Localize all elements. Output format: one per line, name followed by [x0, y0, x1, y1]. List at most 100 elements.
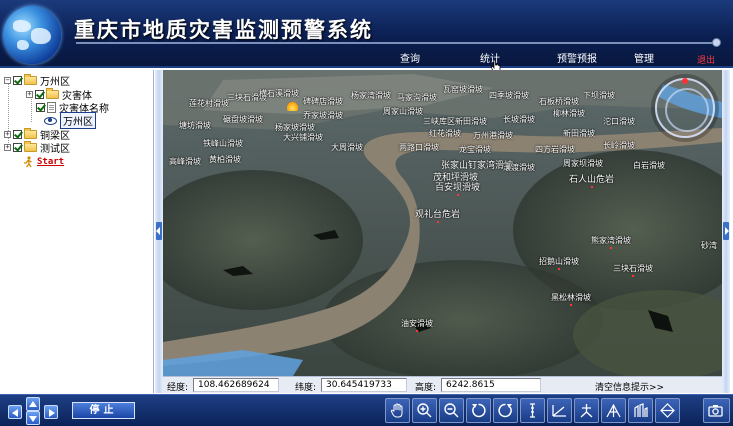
- north-indicator-icon: [682, 78, 688, 84]
- altitude-value: 6242.8615: [441, 378, 541, 392]
- poi-marker-icon[interactable]: [287, 102, 298, 111]
- layer-tree-panel: − 万州区 + 灾害体 灾害体名称 万州区 + 铜梁区 + 测试区 Start: [0, 70, 154, 393]
- profile-icon[interactable]: [628, 398, 653, 423]
- app-window: 重庆市地质灾害监测预警系统 查询 统计 预警预报 管理 退出 − 万州区 + 灾…: [0, 0, 733, 426]
- tree-node-wanzhou[interactable]: − 万州区: [4, 74, 70, 88]
- map-label[interactable]: 大周滑坡: [331, 142, 363, 153]
- globe-logo-icon: [3, 6, 61, 64]
- rotate-right-icon[interactable]: [493, 398, 518, 423]
- eye-icon: [44, 116, 57, 125]
- collapse-left-arrow-icon[interactable]: [156, 222, 162, 240]
- pan-right-icon[interactable]: [44, 405, 58, 419]
- pan-hand-icon[interactable]: [385, 398, 410, 423]
- map-label[interactable]: 瓦窑坡滑坡: [443, 84, 483, 95]
- navigation-compass[interactable]: [655, 78, 715, 138]
- checkbox-checked-icon[interactable]: [13, 130, 22, 139]
- latitude-label: 纬度:: [295, 383, 317, 393]
- map-label[interactable]: 三峡库区新田滑坡: [423, 116, 487, 127]
- collapse-right-arrow-icon[interactable]: [723, 222, 729, 240]
- map-label[interactable]: 油安滑坡: [401, 318, 433, 332]
- map-label[interactable]: 乔家坡滑坡: [303, 110, 343, 121]
- menu-item-exit[interactable]: 退出: [697, 53, 715, 66]
- expand-icon[interactable]: +: [4, 144, 11, 151]
- measure-height-icon[interactable]: [520, 398, 545, 423]
- map-label[interactable]: 红花滑坡: [429, 128, 461, 139]
- right-splitter[interactable]: [722, 70, 730, 393]
- zoom-out-icon[interactable]: [439, 398, 464, 423]
- map-label[interactable]: 高峰滑坡: [169, 156, 201, 167]
- checkbox-checked-icon[interactable]: [13, 143, 22, 152]
- tree-node-wanzhou-view[interactable]: 万州区: [44, 112, 96, 129]
- map-label[interactable]: 马家沟滑坡: [397, 92, 437, 103]
- latitude-value: 30.645419733: [321, 378, 407, 392]
- header-decor-dot: [712, 38, 721, 47]
- measure-area-icon[interactable]: [574, 398, 599, 423]
- zoom-in-icon[interactable]: [412, 398, 437, 423]
- map-label[interactable]: 招鹅山滑坡: [539, 256, 579, 270]
- map-label[interactable]: 周家坝滑坡: [563, 158, 603, 169]
- map-label[interactable]: 碑碑店滑坡: [303, 96, 343, 107]
- menu-item-query[interactable]: 查询: [400, 50, 420, 65]
- map-label[interactable]: 周家山滑坡: [383, 106, 423, 117]
- map-label[interactable]: 长坡滑坡: [503, 114, 535, 125]
- menu-item-warning[interactable]: 预警预报: [557, 50, 597, 65]
- left-splitter[interactable]: [155, 70, 163, 393]
- map-label[interactable]: 观礼台危岩: [415, 207, 460, 223]
- map-label[interactable]: 石板桥滑坡: [539, 96, 579, 107]
- map-label[interactable]: 熊家湾滑坡: [591, 235, 631, 249]
- map-label[interactable]: 三块石滑坡: [613, 263, 653, 277]
- checkbox-checked-icon[interactable]: [36, 103, 45, 112]
- map-label[interactable]: 白岩滑坡: [633, 160, 665, 171]
- globe-map-view[interactable]: 莲花村滑坡 三块石滑坡 横石溪滑坡 碑碑店滑坡 杨家湾滑坡 马家沟滑坡 瓦窑坡滑…: [163, 70, 722, 376]
- draw-polygon-icon[interactable]: [601, 398, 626, 423]
- map-label[interactable]: 新田滑坡: [563, 128, 595, 139]
- stop-button[interactable]: 停止: [72, 402, 135, 419]
- map-label[interactable]: 黄柏滑坡: [209, 154, 241, 165]
- folder-icon: [46, 88, 59, 99]
- map-label[interactable]: 瀼渡滑坡: [503, 162, 535, 173]
- camera-icon[interactable]: [703, 398, 730, 423]
- measure-distance-icon[interactable]: [547, 398, 572, 423]
- folder-icon: [24, 141, 37, 152]
- running-man-icon: [24, 155, 32, 167]
- map-label[interactable]: 铁峰山滑坡: [203, 138, 243, 149]
- checkbox-checked-icon[interactable]: [13, 76, 22, 85]
- tree-node-start[interactable]: Start: [22, 155, 64, 168]
- checkbox-checked-icon[interactable]: [35, 90, 44, 99]
- expand-icon[interactable]: +: [26, 91, 33, 98]
- map-label[interactable]: 龙宝滑坡: [459, 144, 491, 155]
- plane-icon[interactable]: [655, 398, 680, 423]
- pan-left-icon[interactable]: [8, 405, 22, 419]
- clear-tips-link[interactable]: 清空信息提示>>: [595, 380, 664, 393]
- map-label[interactable]: 大兴铺滑坡: [283, 132, 323, 143]
- main-menu: 查询 统计 预警预报 管理 退出: [360, 50, 733, 66]
- map-label[interactable]: 碾盘坡滑坡: [223, 114, 263, 125]
- altitude-label: 高度:: [415, 383, 437, 393]
- menu-item-manage[interactable]: 管理: [634, 50, 654, 65]
- map-label[interactable]: 杨家湾滑坡: [351, 90, 391, 101]
- map-label[interactable]: 万州港滑坡: [473, 130, 513, 141]
- expand-icon[interactable]: +: [4, 131, 11, 138]
- map-label[interactable]: 百安坝滑坡: [435, 180, 480, 196]
- map-label[interactable]: 莲花村滑坡: [189, 98, 229, 109]
- pan-down-icon[interactable]: [26, 411, 40, 425]
- map-label[interactable]: 塘坊滑坡: [179, 120, 211, 131]
- pan-up-icon[interactable]: [26, 397, 40, 411]
- longitude-label: 经度:: [167, 383, 189, 393]
- map-label[interactable]: 两路口滑坡: [399, 142, 439, 153]
- map-label[interactable]: 横石溪滑坡: [259, 88, 299, 99]
- rotate-left-icon[interactable]: [466, 398, 491, 423]
- map-label[interactable]: 四季坡滑坡: [489, 90, 529, 101]
- map-label[interactable]: 黑松林滑坡: [551, 292, 591, 306]
- map-label[interactable]: 沱口滑坡: [603, 116, 635, 127]
- bottom-toolbar: 停止: [0, 394, 733, 426]
- tree-node-test[interactable]: + 测试区: [4, 141, 70, 155]
- collapse-icon[interactable]: −: [4, 77, 11, 84]
- map-label[interactable]: 柳林滑坡: [553, 108, 585, 119]
- map-label[interactable]: 石人山危岩: [569, 172, 614, 188]
- map-label[interactable]: 四方岩滑坡: [535, 144, 575, 155]
- header-banner: 重庆市地质灾害监测预警系统 查询 统计 预警预报 管理 退出: [0, 0, 733, 72]
- map-label[interactable]: 砂湾: [701, 240, 717, 251]
- map-label[interactable]: 下坝滑坡: [583, 90, 615, 101]
- map-label[interactable]: 长岭滑坡: [603, 140, 635, 151]
